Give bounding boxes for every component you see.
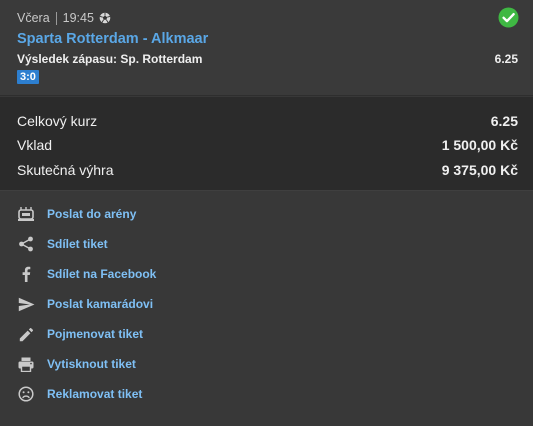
win-value: 9 375,00 Kč: [441, 162, 518, 178]
ticket-header: Včera 19:45 Sparta Rotterdam - Alkmaar V…: [0, 0, 533, 96]
ticket-meta: Včera 19:45: [17, 10, 111, 26]
action-label: Vytisknout tiket: [47, 357, 136, 371]
meta-divider: [55, 11, 57, 25]
share-ticket-button[interactable]: Sdílet tiket: [17, 233, 317, 255]
action-label: Pojmenovat tiket: [47, 327, 144, 341]
action-label: Sdílet na Facebook: [47, 267, 157, 281]
pencil-icon: [17, 325, 35, 343]
action-label: Sdílet tiket: [47, 237, 108, 251]
stake-label: Vklad: [17, 137, 53, 153]
stake-value: 1 500,00 Kč: [441, 137, 518, 153]
total-odds-value: 6.25: [490, 113, 518, 129]
ticket-day: Včera: [17, 11, 50, 25]
complain-ticket-button[interactable]: Reklamovat tiket: [17, 383, 317, 405]
win-row: Skutečná výhra 9 375,00 Kč: [17, 160, 518, 180]
match-title[interactable]: Sparta Rotterdam - Alkmaar: [17, 31, 208, 47]
printer-icon: [17, 355, 35, 373]
rename-ticket-button[interactable]: Pojmenovat tiket: [17, 323, 317, 345]
ticket-time: 19:45: [62, 11, 94, 25]
total-odds-row: Celkový kurz 6.25: [17, 111, 518, 131]
bet-result: Výsledek zápasu: Sp. Rotterdam: [17, 52, 203, 66]
facebook-icon: [17, 265, 35, 283]
send-to-arena-button[interactable]: Poslat do arény: [17, 203, 317, 225]
action-label: Poslat do arény: [47, 207, 137, 221]
arena-icon: [17, 205, 35, 223]
ticket-summary: Celkový kurz 6.25 Vklad 1 500,00 Kč Skut…: [0, 97, 533, 191]
stake-row: Vklad 1 500,00 Kč: [17, 135, 518, 155]
send-icon: [17, 295, 35, 313]
sad-face-icon: [17, 385, 35, 403]
action-label: Poslat kamarádovi: [47, 297, 154, 311]
share-facebook-button[interactable]: Sdílet na Facebook: [17, 263, 317, 285]
bet-odd: 6.25: [494, 52, 518, 66]
check-circle-icon: [498, 7, 519, 28]
send-to-friend-button[interactable]: Poslat kamarádovi: [17, 293, 317, 315]
football-icon: [99, 12, 111, 24]
action-label: Reklamovat tiket: [47, 387, 143, 401]
win-label: Skutečná výhra: [17, 162, 114, 178]
share-icon: [17, 235, 35, 253]
print-ticket-button[interactable]: Vytisknout tiket: [17, 353, 317, 375]
score-badge: 3:0: [17, 70, 39, 84]
total-odds-label: Celkový kurz: [17, 113, 98, 129]
